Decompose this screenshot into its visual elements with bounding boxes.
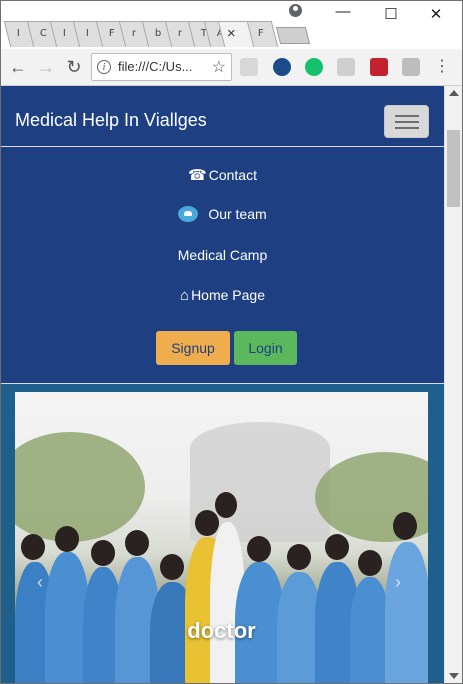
maximize-button[interactable]: ☐ (376, 5, 406, 23)
back-button[interactable]: ← (7, 55, 29, 79)
nav-item-contact[interactable]: ☎ Contact (1, 166, 444, 184)
site-navbar: Medical Help In Viallges ☎ Contact Our te… (1, 86, 444, 384)
site-brand[interactable]: Medical Help In Viallges (15, 110, 207, 131)
browser-window: I C I I F r b r T A × F — ☐ ✕ ← → ↻ i fi… (0, 0, 463, 684)
carousel-caption: doctor (187, 618, 256, 643)
telephone-icon: ☎ (188, 167, 207, 184)
tab-label: r (177, 28, 183, 39)
scroll-down-arrow-icon[interactable] (449, 673, 459, 679)
nav-item-home-page[interactable]: ⌂ Home Page (1, 287, 444, 304)
menu-icon[interactable]: ⋮ (431, 55, 453, 79)
navbar-divider (1, 146, 444, 147)
team-icon (178, 206, 199, 222)
cart-extension-icon[interactable] (402, 58, 420, 76)
close-window-button[interactable]: ✕ (421, 5, 451, 23)
browser-tab-active[interactable]: × (217, 21, 255, 47)
signup-button[interactable]: Signup (156, 331, 230, 365)
url-text[interactable]: file:///C:/Us... (118, 59, 204, 74)
hamburger-line (395, 127, 419, 129)
globe-extension-icon[interactable] (273, 58, 291, 76)
tab-label: F (257, 28, 264, 39)
profile-icon[interactable] (289, 4, 302, 17)
page-viewport: Medical Help In Viallges ☎ Contact Our te… (1, 86, 444, 683)
tab-label: I (85, 28, 89, 39)
nav-item-label: Contact (208, 167, 257, 183)
carousel-next-icon[interactable]: › (395, 572, 401, 593)
page-scrollbar[interactable] (444, 86, 462, 683)
reload-button[interactable]: ↻ (63, 55, 85, 79)
nav-item-label: Medical Camp (177, 247, 268, 263)
nav-item-label: Our team (208, 206, 267, 222)
tab-strip: I C I I F r b r T A × F — ☐ ✕ (1, 1, 462, 49)
forward-button[interactable]: → (35, 55, 57, 79)
new-tab-button[interactable] (275, 27, 311, 44)
record-extension-icon[interactable] (370, 58, 388, 76)
nav-item-our-team[interactable]: Our team (1, 206, 444, 222)
scrollbar-thumb[interactable] (447, 130, 460, 207)
grammarly-icon[interactable] (305, 58, 323, 76)
tab-label: I (16, 28, 20, 39)
login-button[interactable]: Login (234, 331, 297, 365)
scroll-up-arrow-icon[interactable] (449, 90, 459, 96)
hamburger-line (395, 115, 419, 117)
pdf-extension-icon[interactable] (240, 58, 258, 76)
tab-label: b (154, 28, 162, 39)
minimize-button[interactable]: — (328, 3, 358, 20)
nav-item-label: Home Page (191, 287, 265, 303)
home-icon: ⌂ (180, 287, 190, 304)
tab-label: r (131, 28, 137, 39)
close-tab-icon[interactable]: × (227, 25, 236, 42)
tab-label: C (39, 28, 47, 39)
tab-label: F (108, 28, 115, 39)
hero-carousel[interactable]: ‹ › doctor (15, 392, 428, 683)
crowd-photo (15, 492, 428, 683)
address-bar[interactable]: i file:///C:/Us... ☆ (91, 53, 232, 81)
carousel-prev-icon[interactable]: ‹ (37, 572, 43, 593)
tab-label: I (62, 28, 66, 39)
site-info-icon[interactable]: i (97, 60, 111, 74)
hamburger-line (395, 121, 419, 123)
bookmark-star-icon[interactable]: ☆ (212, 57, 226, 77)
navbar-bottom-divider (1, 383, 444, 384)
mail-extension-icon[interactable] (337, 58, 355, 76)
nav-item-medical-camp[interactable]: Medical Camp (1, 247, 444, 263)
navbar-toggle-button[interactable] (384, 105, 429, 138)
browser-toolbar: ← → ↻ i file:///C:/Us... ☆ ⋮ (1, 49, 462, 86)
